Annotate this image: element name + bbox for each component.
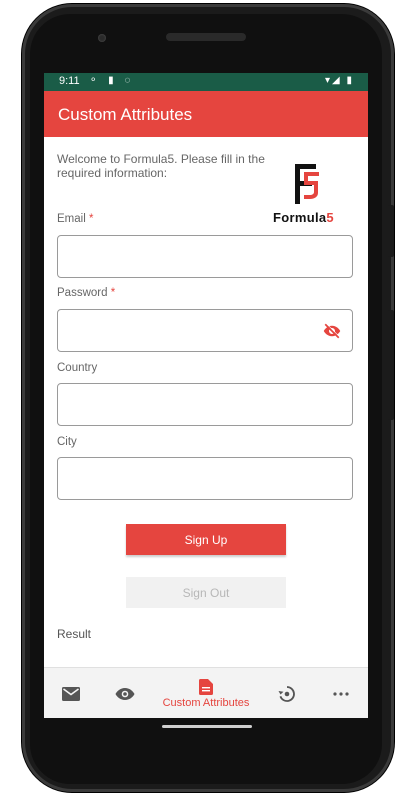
nav-item-eye[interactable]: [112, 668, 138, 718]
status-time: 9:11: [59, 75, 80, 87]
sign-out-button[interactable]: Sign Out: [126, 577, 286, 608]
city-field-box[interactable]: [57, 457, 353, 500]
earpiece-speaker: [166, 33, 246, 41]
status-bar: 9:11 ⚬ ▮ ◌ ▾◢ ▮: [44, 73, 368, 91]
app-screen: 9:11 ⚬ ▮ ◌ ▾◢ ▮ Custom Attributes Welcom…: [44, 73, 368, 718]
email-field[interactable]: [58, 236, 328, 275]
app-bar: Custom Attributes: [44, 91, 368, 137]
country-field-box[interactable]: [57, 383, 353, 426]
nav-item-restore[interactable]: [274, 668, 300, 718]
formula5-wordmark: Formula5: [273, 210, 334, 225]
visibility-off-icon[interactable]: [322, 322, 342, 340]
volume-button: [388, 310, 394, 420]
email-label: Email *: [57, 213, 94, 225]
country-label: Country: [57, 362, 98, 374]
nav-item-more[interactable]: [328, 668, 354, 718]
gesture-navigation-bar[interactable]: [162, 725, 252, 728]
country-field[interactable]: [58, 384, 328, 423]
restore-icon: [278, 685, 295, 702]
city-label: City: [57, 436, 77, 448]
status-signal-battery-icons: ▾◢ ▮: [325, 75, 354, 86]
formula5-logo: Formula5: [273, 161, 357, 227]
nav-item-mail[interactable]: [58, 668, 84, 718]
front-camera: [98, 34, 106, 42]
password-label: Password *: [57, 287, 116, 299]
city-field[interactable]: [58, 458, 328, 497]
status-notification-icons: ⚬ ▮ ◌: [89, 75, 135, 86]
mail-icon: [62, 686, 80, 701]
app-bar-title: Custom Attributes: [58, 105, 193, 124]
nav-item-custom-attributes[interactable]: Custom Attributes: [152, 668, 260, 718]
sign-up-button[interactable]: Sign Up: [126, 524, 286, 555]
password-field-box[interactable]: [57, 309, 353, 352]
email-field-box[interactable]: [57, 235, 353, 278]
welcome-text: Welcome to Formula5. Please fill in the …: [57, 152, 265, 180]
bottom-navigation: Custom Attributes: [44, 667, 368, 718]
nav-label-custom-attributes: Custom Attributes: [162, 696, 250, 709]
document-icon: [199, 678, 213, 695]
password-field[interactable]: [58, 310, 328, 349]
more-icon: [333, 691, 349, 696]
power-button: [388, 205, 394, 257]
formula5-logo-icon: [295, 164, 319, 204]
result-label: Result: [57, 627, 92, 641]
eye-icon: [115, 687, 135, 700]
